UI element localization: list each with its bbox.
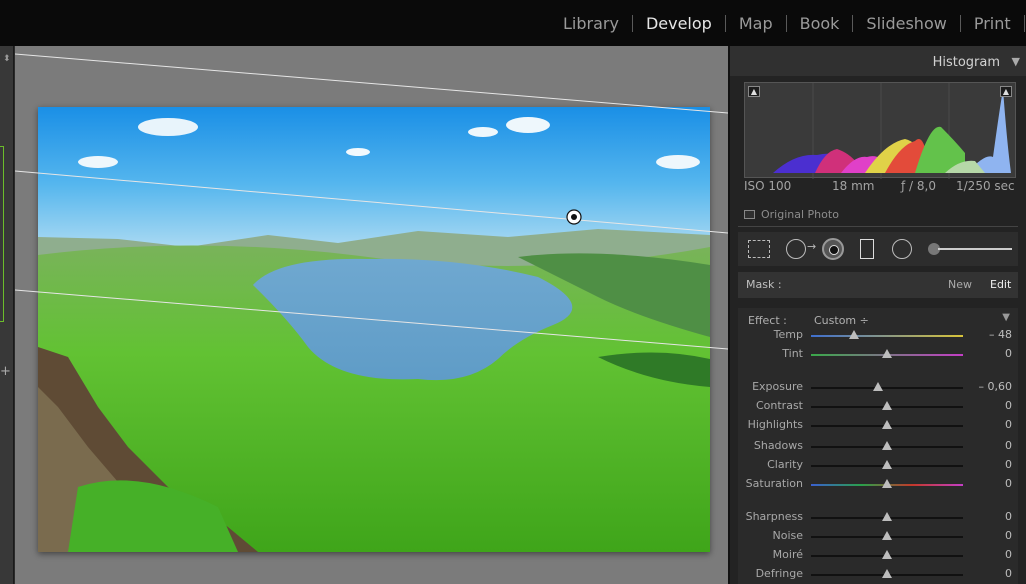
slider-label: Exposure (752, 380, 803, 393)
slider-value[interactable]: – 0,60 (979, 380, 1013, 393)
triangle-down-icon[interactable]: ▼ (1012, 55, 1020, 68)
radial-filter-icon[interactable] (892, 239, 912, 259)
slider-value[interactable]: 0 (1005, 567, 1012, 580)
slider-highlights[interactable]: Highlights 0 (738, 418, 1018, 434)
slider-track[interactable] (811, 335, 963, 337)
slider-value[interactable]: 0 (1005, 510, 1012, 523)
slider-tint[interactable]: Tint 0 (738, 347, 1018, 363)
slider-value[interactable]: 0 (1005, 418, 1012, 431)
module-tab-library[interactable]: Library (550, 14, 632, 33)
mask-row: Mask : New Edit (738, 272, 1018, 298)
slider-knob-icon[interactable] (882, 420, 892, 429)
slider-clarity[interactable]: Clarity 0 (738, 458, 1018, 474)
exif-shutter: 1/250 sec (956, 179, 1015, 193)
slider-value[interactable]: 0 (1005, 477, 1012, 490)
image-canvas[interactable] (15, 46, 728, 584)
tool-strip: → (738, 232, 1018, 266)
histogram-graph[interactable]: ▲ ▲ (744, 82, 1016, 179)
exif-iso: ISO 100 (744, 179, 792, 193)
graduated-filter-icon[interactable] (860, 239, 874, 259)
module-tab-book[interactable]: Book (787, 14, 853, 33)
module-tab-slideshow[interactable]: Slideshow (853, 14, 959, 33)
slider-temp[interactable]: Temp – 48 (738, 328, 1018, 344)
spot-arrow-icon: → (807, 240, 817, 253)
graduated-filter-overlay[interactable] (15, 46, 728, 584)
effect-label: Effect : (748, 314, 787, 327)
slider-value[interactable]: 0 (1005, 347, 1012, 360)
effect-preset-select[interactable]: Custom ÷ (814, 314, 869, 327)
slider-knob-icon[interactable] (872, 382, 883, 391)
module-tab-develop[interactable]: Develop (633, 14, 725, 33)
spot-removal-icon[interactable] (786, 239, 806, 259)
slider-label: Moiré (772, 548, 803, 561)
add-preset-icon[interactable]: + (0, 364, 11, 379)
slider-saturation[interactable]: Saturation 0 (738, 477, 1018, 493)
original-photo-row[interactable]: Original Photo (744, 208, 839, 221)
scroll-arrows-icon[interactable]: ⬍ (3, 54, 11, 64)
slider-exposure[interactable]: Exposure – 0,60 (738, 380, 1018, 396)
slider-sharpness[interactable]: Sharpness 0 (738, 510, 1018, 526)
slider-knob-icon[interactable] (848, 330, 859, 339)
slider-value[interactable]: 0 (1005, 439, 1012, 452)
slider-value[interactable]: 0 (1005, 399, 1012, 412)
exif-aperture: ƒ / 8,0 (901, 179, 936, 193)
slider-value[interactable]: 0 (1005, 458, 1012, 471)
brush-slider-line (938, 248, 1012, 250)
slider-knob-icon[interactable] (882, 569, 892, 578)
right-panel: Histogram ▼ ▲ ▲ ISO 100 18 mm ƒ / 8,0 1/… (728, 46, 1026, 584)
slider-label: Saturation (745, 477, 803, 490)
original-photo-label: Original Photo (761, 208, 839, 221)
effect-panel: Effect : Custom ÷ ▼ Temp – 48 Tint 0 Exposur… (738, 308, 1018, 584)
slider-value[interactable]: 0 (1005, 548, 1012, 561)
slider-knob-icon[interactable] (882, 441, 892, 450)
histogram-title: Histogram (932, 55, 1000, 70)
slider-label: Highlights (747, 418, 803, 431)
slider-knob-icon[interactable] (882, 479, 892, 488)
original-photo-checkbox[interactable] (744, 210, 755, 219)
slider-knob-icon[interactable] (882, 401, 892, 410)
slider-knob-icon[interactable] (882, 550, 892, 559)
slider-defringe[interactable]: Defringe 0 (738, 567, 1018, 583)
slider-contrast[interactable]: Contrast 0 (738, 399, 1018, 415)
module-tab-map[interactable]: Map (726, 14, 786, 33)
histogram-header[interactable]: Histogram ▼ (730, 46, 1026, 76)
mask-new-button[interactable]: New (948, 278, 972, 291)
mask-label: Mask : (746, 278, 782, 291)
slider-label: Tint (782, 347, 803, 360)
slider-value[interactable]: 0 (1005, 529, 1012, 542)
crop-overlay-icon[interactable] (748, 240, 770, 258)
slider-shadows[interactable]: Shadows 0 (738, 439, 1018, 455)
slider-track[interactable] (811, 387, 963, 389)
red-eye-icon[interactable] (822, 238, 844, 260)
highlight-clipping-icon[interactable]: ▲ (1000, 86, 1012, 97)
shadow-clipping-icon[interactable]: ▲ (748, 86, 760, 97)
slider-knob-icon[interactable] (882, 349, 892, 358)
slider-value[interactable]: – 48 (989, 328, 1012, 341)
slider-label: Temp (773, 328, 803, 341)
slider-label: Shadows (753, 439, 803, 452)
slider-knob-icon[interactable] (882, 531, 892, 540)
module-picker-bar: LibraryDevelopMapBookSlideshowPrintW (0, 0, 1026, 46)
slider-knob-icon[interactable] (882, 460, 892, 469)
exif-focal-length: 18 mm (832, 179, 875, 193)
histogram-curves (773, 83, 1011, 179)
slider-knob-icon[interactable] (882, 512, 892, 521)
panel-divider (738, 226, 1018, 227)
slider-label: Sharpness (745, 510, 803, 523)
module-list: LibraryDevelopMapBookSlideshowPrintW (550, 12, 1026, 34)
slider-label: Contrast (755, 399, 803, 412)
triangle-down-icon[interactable]: ▼ (1002, 312, 1010, 323)
left-panel-strip: ⬍ + (0, 46, 14, 584)
slider-label: Clarity (767, 458, 803, 471)
slider-noise[interactable]: Noise 0 (738, 529, 1018, 545)
module-tab-print[interactable]: Print (961, 14, 1024, 33)
navigator-preview-edge (0, 146, 4, 322)
slider-label: Noise (772, 529, 803, 542)
slider-moir[interactable]: Moiré 0 (738, 548, 1018, 564)
mask-edit-button[interactable]: Edit (990, 278, 1011, 291)
slider-label: Defringe (755, 567, 803, 580)
